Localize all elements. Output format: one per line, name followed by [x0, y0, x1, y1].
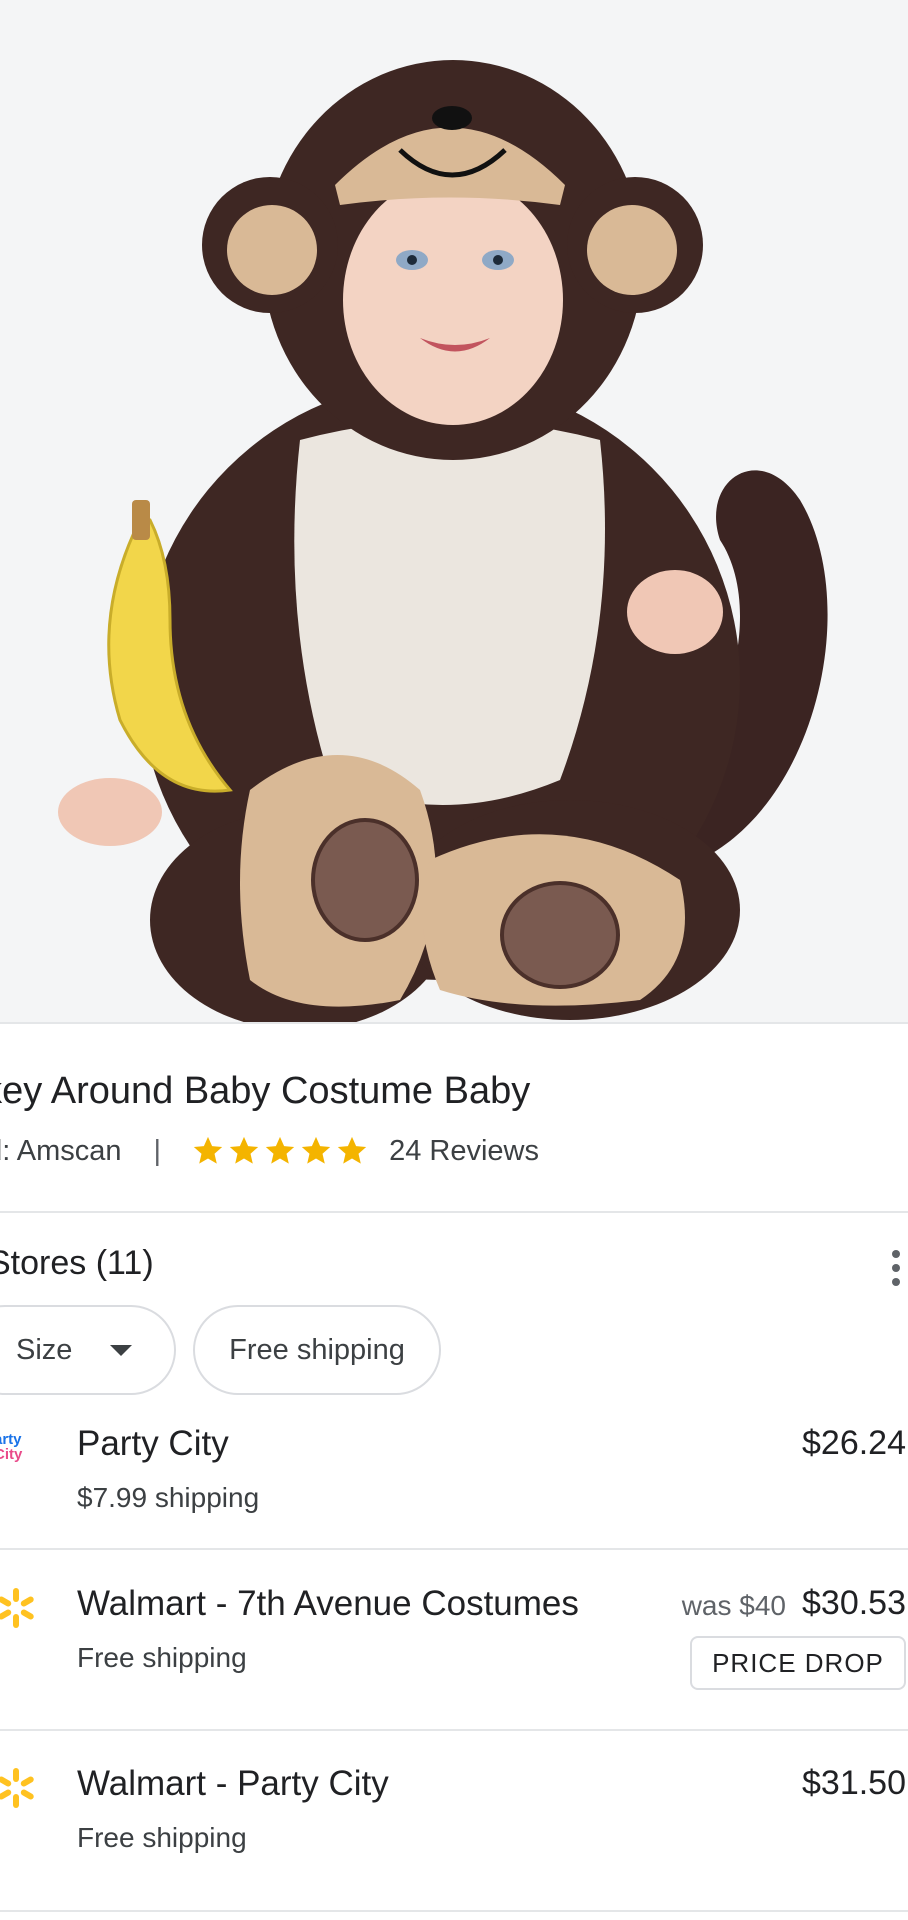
store-name: Party City	[77, 1424, 229, 1463]
dropdown-caret-icon	[110, 1344, 133, 1356]
rating-stars[interactable]	[191, 1134, 369, 1168]
star-icon	[229, 1136, 259, 1164]
store-price: $26.24	[802, 1424, 906, 1462]
brand-label: nd: Amscan	[0, 1134, 122, 1167]
hero-divider	[0, 1022, 908, 1024]
stores-header: Stores (11)	[0, 1244, 154, 1282]
walmart-spark-logo	[0, 1588, 34, 1628]
product-meta: nd: Amscan | 24 Reviews	[0, 1134, 539, 1168]
size-filter-chip[interactable]: Size	[0, 1305, 176, 1395]
was-price: was $40	[681, 1590, 786, 1621]
meta-separator: |	[153, 1134, 162, 1167]
section-divider	[0, 1211, 908, 1213]
star-icon	[337, 1136, 367, 1164]
product-image[interactable]	[0, 0, 908, 1022]
monkey-costume-illustration	[0, 0, 908, 1022]
spark-rays	[0, 1588, 34, 1628]
store-row-walmart-7th-avenue[interactable]: Walmart - 7th Avenue Costumes Free shipp…	[0, 1578, 908, 1730]
free-shipping-filter-chip[interactable]: Free shipping	[193, 1305, 441, 1395]
store-shipping: Free shipping	[77, 1822, 247, 1853]
store-row-walmart-party-city[interactable]: Walmart - Party City Free shipping $31.5…	[0, 1758, 908, 1888]
star-icon	[265, 1136, 295, 1164]
store-name: Walmart - 7th Avenue Costumes	[77, 1584, 579, 1623]
size-filter-label: Size	[16, 1333, 73, 1366]
row-divider	[0, 1548, 908, 1550]
store-shipping: $7.99 shipping	[77, 1482, 260, 1513]
spark-rays	[0, 1768, 34, 1808]
reviews-link[interactable]: 24 Reviews	[389, 1135, 539, 1168]
store-shipping: Free shipping	[77, 1642, 247, 1673]
star-icon	[193, 1136, 223, 1164]
store-price: $31.50	[802, 1764, 906, 1802]
walmart-spark-logo	[0, 1768, 34, 1808]
price-drop-badge: PRICE DROP	[690, 1636, 906, 1690]
store-name: Walmart - Party City	[77, 1764, 389, 1803]
star-icon	[301, 1136, 331, 1164]
row-divider	[0, 1729, 908, 1731]
free-shipping-filter-label: Free shipping	[229, 1333, 405, 1366]
store-price: $30.53	[802, 1584, 906, 1622]
more-options-icon[interactable]	[884, 1248, 908, 1288]
party-city-logo: arty City	[0, 1431, 23, 1463]
row-divider	[0, 1910, 908, 1912]
product-title: nkey Around Baby Costume Baby	[0, 1070, 531, 1112]
store-row-party-city[interactable]: arty City Party City $7.99 shipping $26.…	[0, 1418, 908, 1548]
